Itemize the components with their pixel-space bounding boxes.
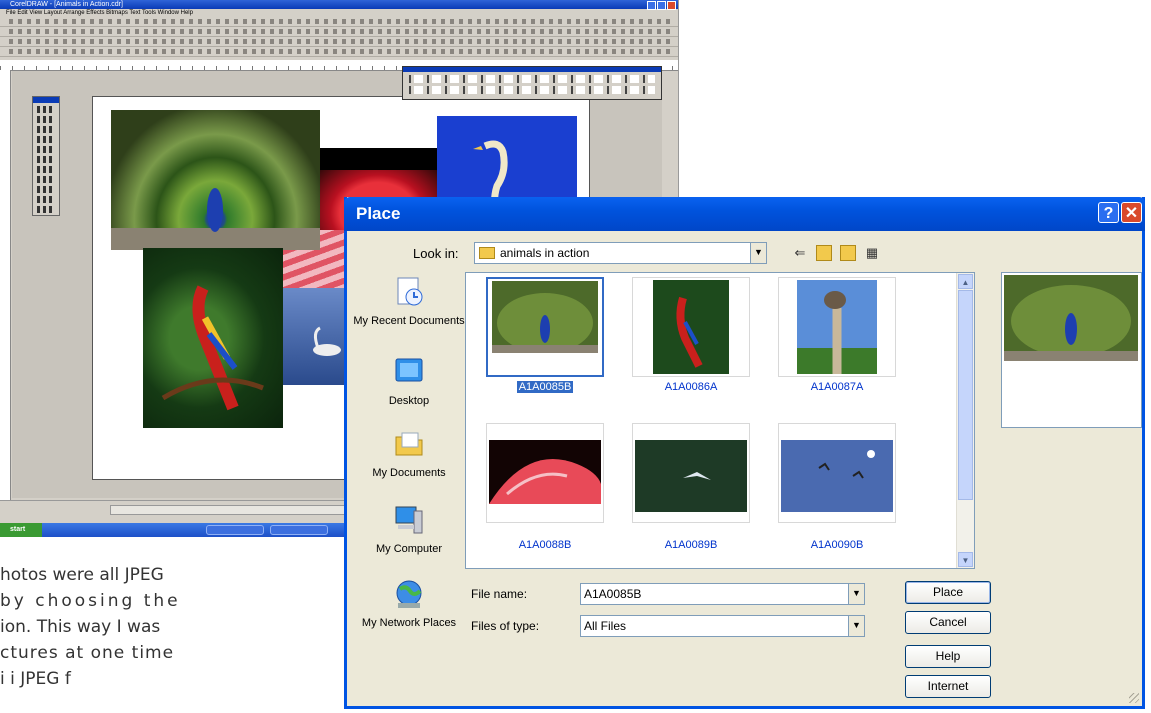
caption-line: ctures at one time (0, 643, 175, 663)
place-desktop[interactable]: Desktop (353, 355, 465, 408)
chevron-down-icon[interactable]: ▼ (750, 243, 766, 263)
file-name-input[interactable]: A1A0085B ▼ (580, 583, 865, 605)
places-bar: My Recent Documents Desktop My Documents… (353, 267, 465, 687)
macaw-illustration (161, 285, 264, 411)
folder-icon (479, 247, 495, 259)
file-name[interactable]: A1A0090B (778, 539, 896, 551)
desktop-icon (395, 358, 423, 382)
look-in-label: Look in: (413, 246, 459, 261)
caption-line: hotos were all JPEG (0, 565, 164, 585)
preview-image (1004, 275, 1138, 361)
close-icon[interactable]: ✕ (1121, 202, 1142, 223)
new-folder-icon[interactable] (840, 245, 856, 261)
back-icon[interactable]: ⇐ (792, 245, 808, 261)
file-list-scrollbar[interactable]: ▲ ▼ (956, 273, 974, 568)
background-app-title: CorelDRAW - [Animals in Action.cdr] (10, 1, 123, 8)
files-of-type-label: Files of type: (471, 619, 540, 633)
dialog-titlebar[interactable]: Place ? ✕ (344, 197, 1145, 231)
file-thumbnail[interactable] (632, 277, 750, 377)
my-computer-icon (395, 506, 423, 534)
toolbox[interactable] (32, 96, 60, 216)
flamingo-thumbnail-image (489, 440, 601, 504)
floating-toolbar[interactable] (402, 66, 662, 100)
close-icon[interactable] (667, 1, 676, 10)
recent-documents-icon (397, 277, 423, 306)
standard-toolbar[interactable] (0, 17, 678, 27)
photo-black-strip (318, 148, 438, 170)
file-name-value: A1A0085B (584, 587, 642, 601)
file-name-label: File name: (471, 587, 528, 601)
resize-grip[interactable] (1129, 693, 1139, 703)
start-button[interactable]: start (0, 523, 42, 537)
place-my-recent-documents[interactable]: My Recent Documents (353, 275, 465, 328)
file-name[interactable]: A1A0086A (632, 381, 750, 393)
place-button[interactable]: Place (905, 581, 991, 604)
look-in-dropdown[interactable]: animals in action ▼ (474, 242, 767, 264)
file-list[interactable]: A1A0085B A1A0086A A1A0087A A1A0088B A1A0… (465, 272, 975, 569)
photo-peacock[interactable] (111, 110, 320, 250)
scroll-up-icon[interactable]: ▲ (958, 274, 973, 289)
place-my-computer[interactable]: My Computer (353, 503, 465, 556)
help-icon[interactable]: ? (1098, 202, 1119, 223)
file-name[interactable]: A1A0088B (486, 539, 604, 551)
ostrich-thumbnail-image (797, 280, 877, 374)
background-app-menubar[interactable]: File Edit View Layout Arrange Effects Bi… (0, 9, 678, 17)
place-label: My Documents (372, 467, 446, 479)
text-toolbar[interactable] (0, 37, 678, 47)
place-label: Desktop (388, 395, 430, 407)
place-label: My Network Places (361, 617, 457, 629)
macaw-thumbnail-image (653, 280, 729, 374)
formatting-toolbar[interactable] (0, 47, 678, 57)
internet-button[interactable]: Internet (905, 675, 991, 698)
file-thumbnail[interactable] (778, 277, 896, 377)
taskbar-button[interactable] (270, 525, 328, 535)
cancel-button[interactable]: Cancel (905, 611, 991, 634)
caption-line: i i JPEG f (0, 669, 71, 689)
preview-pane (1001, 272, 1142, 428)
file-thumbnail[interactable] (778, 423, 896, 523)
bird-in-flight-thumbnail-image (635, 440, 747, 512)
up-folder-icon[interactable] (816, 245, 832, 261)
file-name[interactable]: A1A0089B (632, 539, 750, 551)
scrollbar-thumb[interactable] (958, 290, 973, 500)
maximize-icon[interactable] (657, 1, 666, 10)
caption-line: by choosing the (0, 591, 181, 611)
caption-line: ion. This way I was (0, 617, 161, 637)
file-thumbnail[interactable] (486, 423, 604, 523)
place-my-documents[interactable]: My Documents (353, 427, 465, 480)
chevron-down-icon[interactable]: ▼ (848, 616, 864, 636)
place-my-network-places[interactable]: My Network Places (353, 577, 465, 630)
file-thumbnail[interactable] (632, 423, 750, 523)
chevron-down-icon[interactable]: ▼ (848, 584, 864, 604)
files-of-type-select[interactable]: All Files ▼ (580, 615, 865, 637)
scroll-down-icon[interactable]: ▼ (958, 552, 973, 567)
file-thumbnail[interactable] (486, 277, 604, 377)
files-of-type-value: All Files (584, 619, 627, 633)
peacock-illustration (111, 188, 320, 250)
peacock-thumbnail-image (492, 281, 598, 353)
help-button[interactable]: Help (905, 645, 991, 668)
taskbar-button[interactable] (206, 525, 264, 535)
my-documents-icon (395, 432, 423, 456)
place-label: My Computer (375, 543, 443, 555)
file-name[interactable]: A1A0087A (778, 381, 896, 393)
place-dialog: Place ? ✕ Look in: animals in action ▼ ⇐… (344, 197, 1145, 709)
birds-sky-thumbnail-image (781, 440, 893, 512)
dialog-nav-toolbar: ⇐ ▦ (792, 245, 880, 261)
photo-macaw[interactable] (143, 248, 283, 428)
vertical-ruler (0, 70, 11, 500)
look-in-value: animals in action (500, 246, 590, 260)
place-label: My Recent Documents (353, 315, 465, 327)
dialog-title: Place (356, 204, 401, 223)
background-app-titlebar: CorelDRAW - [Animals in Action.cdr] (0, 0, 678, 10)
property-bar[interactable] (0, 27, 678, 37)
views-menu-icon[interactable]: ▦ (864, 245, 880, 261)
article-caption: hotos were all JPEG by choosing the ion.… (0, 562, 300, 692)
file-name[interactable]: A1A0085B (486, 381, 604, 393)
minimize-icon[interactable] (647, 1, 656, 10)
network-places-icon (396, 580, 422, 608)
